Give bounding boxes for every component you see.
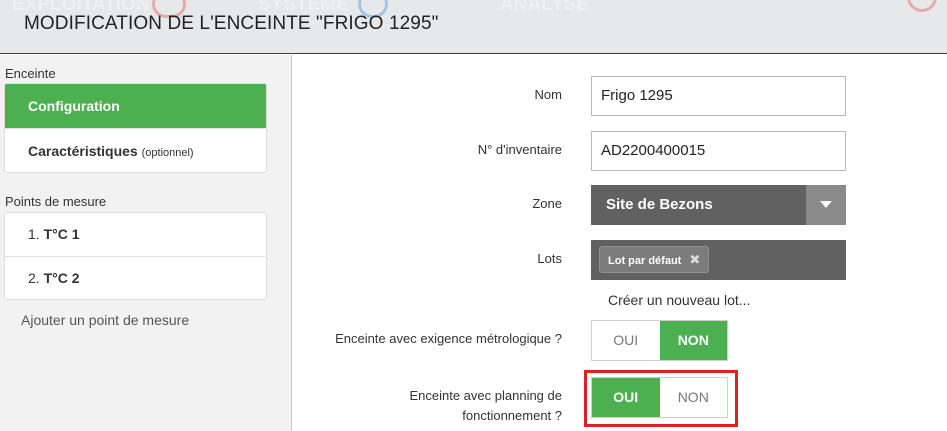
page-header: EXPLOITATION SYSTÈME ANALYSE MODIFICATIO… bbox=[0, 0, 947, 54]
section-label-enceinte: Enceinte bbox=[5, 66, 56, 81]
list-item-point-2[interactable]: 2. T°C 2 bbox=[5, 256, 266, 299]
point-label: T°C 2 bbox=[43, 270, 80, 286]
zone-label: Zone bbox=[532, 196, 562, 211]
create-lot-link[interactable]: Créer un nouveau lot... bbox=[608, 292, 750, 308]
sidebar-item-caracteristiques[interactable]: Caractéristiques (optionnel) bbox=[5, 128, 266, 172]
nav-analyse[interactable]: ANALYSE bbox=[500, 0, 589, 16]
metrologique-toggle[interactable]: OUI NON bbox=[591, 320, 728, 361]
highlight-annotation bbox=[584, 370, 738, 427]
planning-label-line1: Enceinte avec planning de bbox=[409, 388, 562, 403]
page-title: MODIFICATION DE L'ENCEINTE "FRIGO 1295" bbox=[24, 13, 439, 34]
point-index: 1. bbox=[28, 226, 40, 242]
sidebar-item-label: Caractéristiques bbox=[28, 143, 138, 159]
inventaire-input[interactable]: AD2200400015 bbox=[591, 131, 846, 171]
list-item-point-1[interactable]: 1. T°C 1 bbox=[5, 213, 266, 256]
alert-icon[interactable] bbox=[907, 0, 937, 12]
remove-tag-icon[interactable]: ✖ bbox=[689, 247, 700, 272]
metrologique-label: Enceinte avec exigence métrologique ? bbox=[335, 331, 562, 346]
nom-label: Nom bbox=[534, 87, 562, 102]
nom-input[interactable]: Frigo 1295 bbox=[591, 76, 846, 116]
sidebar-item-suffix: (optionnel) bbox=[141, 147, 194, 159]
lot-tag: Lot par défaut ✖ bbox=[599, 246, 710, 273]
zone-selected-value: Site de Bezons bbox=[606, 196, 713, 213]
sidebar: Enceinte Configuration Caractéristiques … bbox=[0, 55, 292, 431]
section-label-points: Points de mesure bbox=[5, 194, 107, 209]
lots-label: Lots bbox=[537, 251, 562, 266]
sidebar-item-label: Configuration bbox=[28, 98, 120, 114]
points-list: 1. T°C 1 2. T°C 2 bbox=[4, 212, 267, 300]
sidebar-item-configuration[interactable]: Configuration bbox=[5, 84, 266, 128]
inventaire-label: N° d'inventaire bbox=[477, 142, 562, 157]
enceinte-nav: Configuration Caractéristiques (optionne… bbox=[4, 83, 267, 173]
metrologique-non-option[interactable]: NON bbox=[659, 321, 727, 360]
zone-select[interactable]: Site de Bezons bbox=[591, 185, 846, 225]
planning-label-line2: fonctionnement ? bbox=[462, 408, 562, 423]
chevron-down-icon[interactable] bbox=[806, 185, 846, 225]
planning-label: Enceinte avec planning de fonctionnement… bbox=[340, 386, 562, 426]
add-point-link[interactable]: Ajouter un point de mesure bbox=[21, 312, 189, 328]
lots-multiselect[interactable]: Lot par défaut ✖ bbox=[591, 240, 846, 280]
metrologique-oui-option[interactable]: OUI bbox=[592, 321, 660, 360]
point-label: T°C 1 bbox=[43, 226, 80, 242]
lot-tag-label: Lot par défaut bbox=[608, 255, 682, 267]
point-index: 2. bbox=[28, 270, 40, 286]
